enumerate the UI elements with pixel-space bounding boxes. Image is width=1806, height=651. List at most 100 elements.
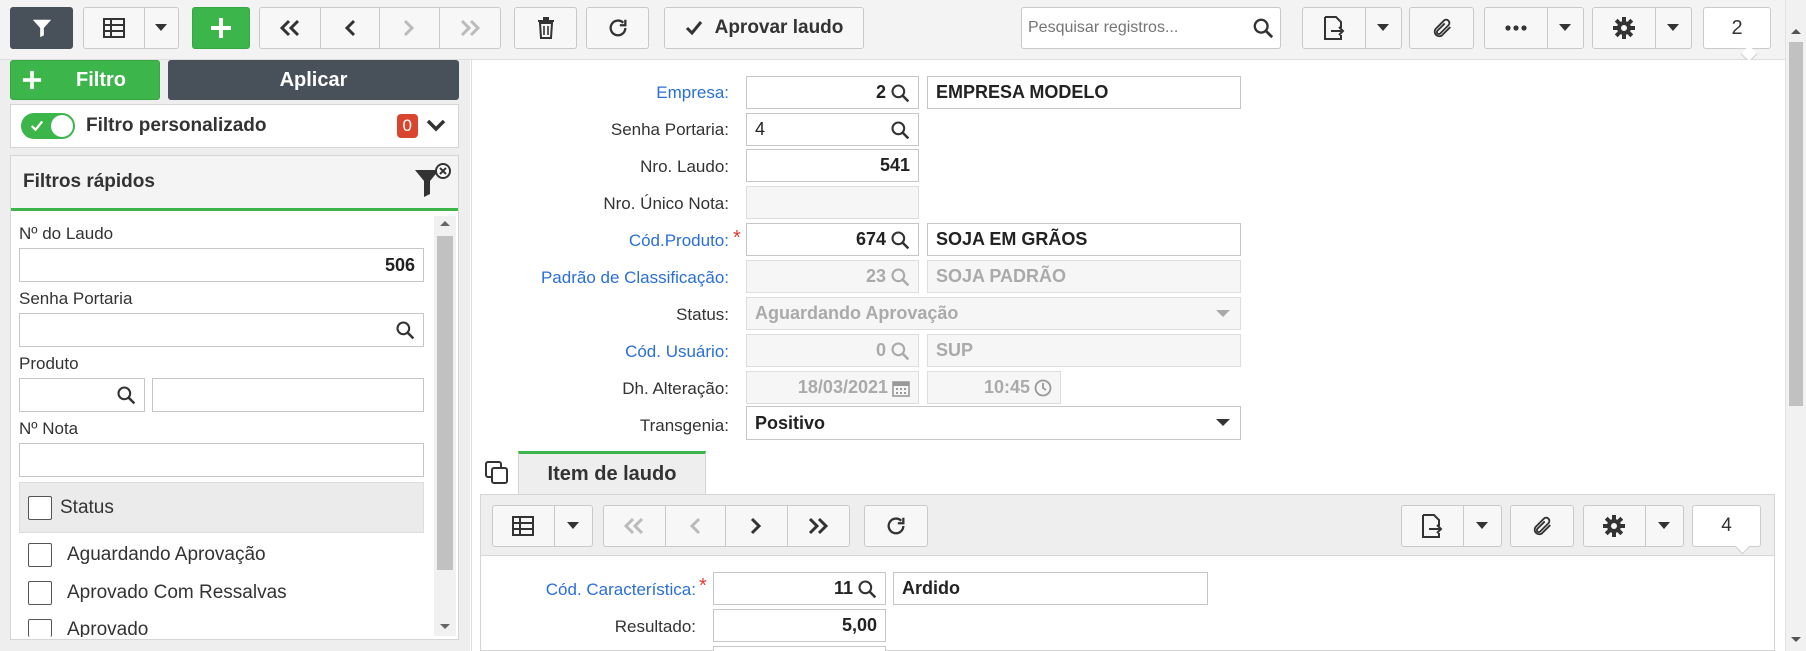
status-option-checkbox[interactable]: [28, 543, 52, 567]
view-mode-dropdown[interactable]: [145, 8, 178, 48]
detail-view-mode-dropdown[interactable]: [555, 506, 592, 546]
status-option-checkbox[interactable]: [28, 619, 52, 637]
detail-attachments-button[interactable]: [1510, 505, 1574, 547]
tab-label: Item de laudo: [547, 463, 677, 485]
search-input[interactable]: [1028, 19, 1248, 37]
search-icon[interactable]: [395, 320, 415, 340]
apply-filter-button[interactable]: Aplicar: [168, 60, 459, 100]
padrao-code-field: 23: [746, 260, 919, 293]
empresa-code-field[interactable]: 2: [746, 76, 919, 109]
detail-export-group: [1401, 505, 1502, 547]
search-icon[interactable]: [116, 385, 136, 405]
caracteristica-code-value: 11: [833, 578, 853, 598]
double-chevron-right-icon: [460, 19, 480, 37]
detail-export-dropdown[interactable]: [1464, 506, 1501, 546]
transgenia-value: Positivo: [755, 412, 826, 433]
quick-filters-header: Filtros rápidos: [11, 156, 458, 211]
padrao-label[interactable]: Padrão de Classificação:: [541, 268, 729, 288]
detail-last-record-button[interactable]: [788, 506, 849, 546]
caracteristica-code-field[interactable]: 11: [713, 572, 886, 605]
status-option-label: Aguardando Aprovação: [67, 544, 266, 565]
alteracao-label: Dh. Alteração:: [622, 379, 729, 398]
search-icon[interactable]: [857, 579, 877, 599]
status-option-checkbox[interactable]: [28, 581, 52, 605]
produto-filter-name-input[interactable]: [152, 378, 424, 412]
caracteristica-name-field[interactable]: Ardido: [893, 572, 1208, 605]
chevron-down-icon[interactable]: [426, 119, 446, 133]
resultado-label: Resultado:: [614, 617, 696, 636]
empresa-name-field[interactable]: EMPRESA MODELO: [927, 76, 1241, 109]
delete-button[interactable]: [514, 7, 577, 49]
first-record-button[interactable]: [260, 8, 321, 48]
chevron-down-icon: [1559, 24, 1572, 31]
filter-clear-icon[interactable]: [412, 162, 452, 202]
page-scrollbar[interactable]: [1785, 0, 1806, 651]
search-icon[interactable]: [890, 83, 910, 103]
scrollbar-thumb[interactable]: [437, 236, 453, 570]
nro-laudo-field[interactable]: 541: [746, 149, 919, 182]
caracteristica-label[interactable]: Cód. Característica:: [546, 580, 696, 600]
approve-report-button[interactable]: Aprovar laudo: [664, 7, 864, 49]
refresh-button[interactable]: [586, 7, 649, 49]
resultado-field[interactable]: 5,00: [713, 609, 886, 642]
senha-field[interactable]: 4: [746, 113, 919, 146]
padrao-name-value: SOJA PADRÃO: [936, 266, 1067, 286]
status-filter-header: Status: [19, 482, 424, 533]
settings-dropdown[interactable]: [1656, 8, 1691, 48]
previous-record-button[interactable]: [321, 8, 380, 48]
custom-filter-toggle[interactable]: [21, 113, 75, 139]
search-icon[interactable]: [890, 230, 910, 250]
produto-filter-code-input[interactable]: [19, 378, 145, 412]
search-icon[interactable]: [1252, 17, 1274, 39]
detail-settings-dropdown[interactable]: [1646, 506, 1683, 546]
produto-name-field[interactable]: SOJA EM GRÃOS: [927, 223, 1241, 256]
next-field-partial: [713, 646, 886, 651]
detail-refresh-button[interactable]: [864, 505, 928, 547]
next-record-button[interactable]: [380, 8, 440, 48]
grid-view-button[interactable]: [84, 8, 145, 48]
copy-icon[interactable]: [484, 460, 510, 486]
settings-button[interactable]: [1593, 8, 1656, 48]
detail-first-record-button[interactable]: [604, 506, 666, 546]
chevron-left-icon: [690, 517, 701, 535]
add-record-button[interactable]: [192, 7, 250, 49]
page-scrollbar-thumb[interactable]: [1789, 42, 1803, 406]
scroll-up-arrow-icon[interactable]: [1786, 24, 1806, 38]
usuario-label[interactable]: Cód. Usuário:: [625, 342, 729, 362]
gear-icon: [1603, 515, 1626, 537]
nota-filter-input[interactable]: [19, 443, 424, 477]
transgenia-select[interactable]: Positivo: [746, 406, 1241, 440]
laudo-filter-input[interactable]: 506: [19, 248, 424, 282]
empresa-label[interactable]: Empresa:: [656, 83, 729, 103]
add-filter-button[interactable]: Filtro: [10, 60, 160, 100]
detail-previous-record-button[interactable]: [666, 506, 727, 546]
scroll-up-arrow-icon[interactable]: [434, 216, 456, 230]
export-button[interactable]: [1303, 8, 1366, 48]
produto-code-field[interactable]: 674: [746, 223, 919, 256]
more-actions-button[interactable]: [1485, 8, 1548, 48]
file-export-icon: [1422, 514, 1443, 538]
detail-grid-view-button[interactable]: [493, 506, 555, 546]
scroll-down-arrow-icon[interactable]: [1786, 633, 1806, 647]
detail-settings-button[interactable]: [1584, 506, 1646, 546]
alteracao-time-value: 10:45: [983, 377, 1030, 397]
search-icon[interactable]: [890, 120, 910, 140]
quick-filters-scrollbar[interactable]: [434, 216, 456, 636]
attachments-button[interactable]: [1409, 7, 1474, 49]
chevron-down-icon: [155, 24, 168, 31]
custom-filter-count-badge: 0: [396, 114, 418, 138]
checkmark-icon: [685, 21, 702, 36]
tab-item-de-laudo[interactable]: Item de laudo: [518, 451, 706, 495]
export-dropdown[interactable]: [1366, 8, 1401, 48]
detail-record-count-value: 4: [1721, 515, 1732, 536]
senha-filter-input[interactable]: [19, 313, 424, 347]
produto-label[interactable]: Cód.Produto:: [629, 231, 729, 251]
filter-toggle-button[interactable]: [10, 7, 73, 49]
detail-export-button[interactable]: [1402, 506, 1464, 546]
more-actions-dropdown[interactable]: [1548, 8, 1583, 48]
status-select-all-checkbox[interactable]: [28, 495, 52, 520]
last-record-button[interactable]: [440, 8, 500, 48]
padrao-code-value: 23: [865, 266, 886, 286]
scroll-down-arrow-icon[interactable]: [434, 620, 456, 634]
detail-next-record-button[interactable]: [726, 506, 788, 546]
